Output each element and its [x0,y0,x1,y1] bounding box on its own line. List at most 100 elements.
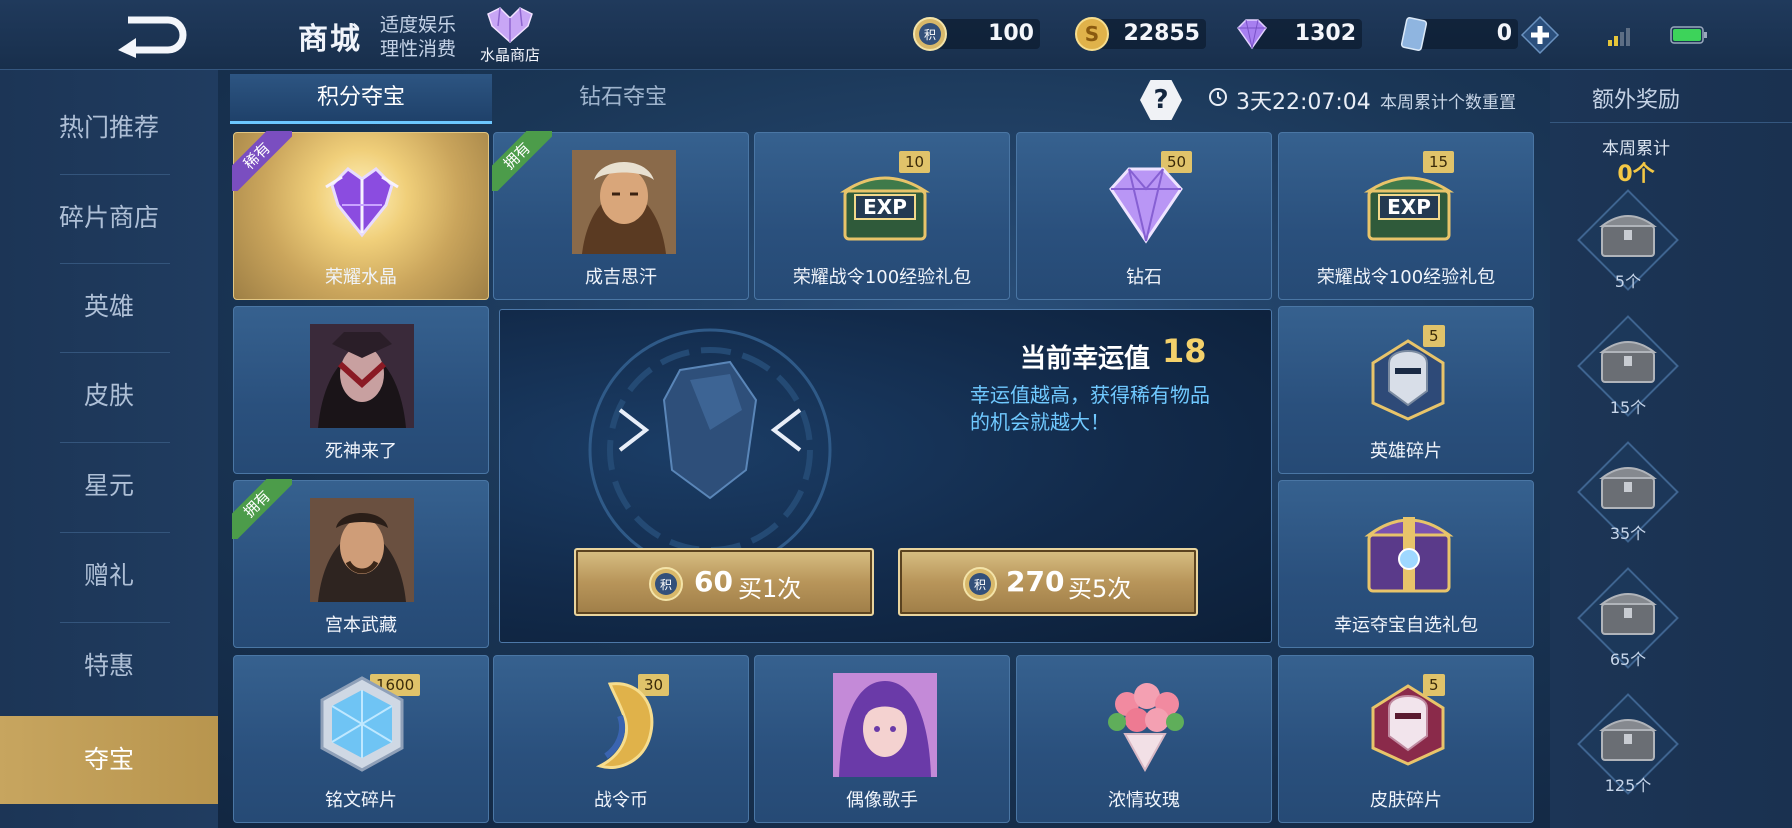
rose-bouquet-icon [1108,683,1184,773]
item-card-inscription-fragment[interactable]: 1600 铭文碎片 [233,655,489,823]
buy-once-price: 60 [694,565,733,598]
page-title: 商城 [298,22,362,57]
extra-rewards-panel: 额外奖励 本周累计 0个 5个 15个 35个 65个 125个 [1550,70,1792,828]
buy-five-price: 270 [1006,565,1065,598]
sidebar-item-heroes[interactable]: 英雄 [0,263,218,351]
treasure-chest-icon [1599,215,1657,257]
item-name: 钻石 [1126,267,1162,288]
item-name: 荣耀战令100经验礼包 [792,267,972,288]
diamond-gem-icon [1109,167,1183,244]
owned-ribbon: 拥有 [492,131,552,191]
sidebar-item-stars[interactable]: 星元 [0,442,218,530]
diamond-currency: 1302 [1234,16,1364,52]
coupon-card-icon [1400,17,1428,51]
svg-text:积: 积 [660,578,672,592]
lucky-description: 幸运值越高，获得稀有物品的机会就越大！ [970,383,1210,434]
item-name: 宫本武藏 [325,615,397,636]
pass-coin-icon [595,682,654,769]
sidebar-item-gifts[interactable]: 赠礼 [0,532,218,620]
item-name: 皮肤碎片 [1370,790,1442,811]
gold-value: 22855 [1123,21,1200,46]
svg-text:积: 积 [974,578,986,592]
owned-badge: 拥有 [492,131,552,191]
points-coin-icon: 积 [913,17,947,51]
rare-badge: 稀有 [232,131,292,191]
owned-ribbon: 拥有 [232,479,292,539]
reset-timer-note: 本周累计个数重置 [1380,93,1516,113]
coupon-currency: 0 [1396,16,1520,52]
milestone-chest-15[interactable]: 15个 [1570,315,1686,432]
back-arrow-icon [118,16,187,58]
genghis-khan-portrait-icon [572,150,676,254]
clock-icon [1209,88,1227,106]
milestone-chest-65[interactable]: 65个 [1570,567,1686,684]
item-name: 浓情玫瑰 [1108,790,1180,811]
item-name: 荣耀水晶 [325,267,397,288]
treasure-chest-icon [1599,719,1657,761]
subtitle-line2: 理性消费 [380,38,457,60]
crystal-shop-button[interactable]: 水晶商店 [470,4,550,66]
subtitle-line1: 适度娱乐 [380,14,457,36]
treasure-chest-icon [1599,593,1657,635]
buy-five-label: 买5次 [1068,575,1132,603]
item-card-diamond[interactable]: 50 钻石 [1016,132,1272,300]
buy-once-label: 买1次 [738,575,802,603]
exp-chest-icon: EXP [1363,176,1455,241]
item-card-skin-fragment[interactable]: 5 皮肤碎片 [1278,655,1534,823]
inscription-fragment-icon [320,676,404,772]
milestone-chest-125[interactable]: 125个 [1570,693,1686,810]
points-value: 100 [988,21,1034,46]
item-card-rose-bouquet[interactable]: 浓情玫瑰 [1016,655,1272,823]
milestone-chest-35[interactable]: 35个 [1570,441,1686,558]
death-comes-portrait-icon [310,324,414,428]
tab-diamond-treasure[interactable]: 钻石夺宝 [492,74,754,124]
item-card-idol-singer[interactable]: 偶像歌手 [754,655,1010,823]
sidebar-item-fragment-shop[interactable]: 碎片商店 [0,174,218,262]
item-card-death-comes[interactable]: 死神来了 [233,306,489,474]
coupon-value: 0 [1496,21,1512,46]
add-currency-button[interactable] [1520,15,1560,55]
back-button[interactable] [110,10,190,60]
item-card-glory-crystal[interactable]: 稀有 荣耀水晶 [232,131,489,300]
item-card-miyamoto[interactable]: 拥有 宫本武藏 [232,479,489,648]
hero-fragment-helmet-icon [1371,339,1445,421]
svg-text:积: 积 [924,28,936,42]
lucky-value-label: 当前幸运值 [1020,344,1151,374]
lucky-panel: 当前幸运值 18 幸运值越高，获得稀有物品的机会就越大！ 积 60 买1次 积 … [499,309,1272,643]
item-name: 死神来了 [325,441,397,462]
treasure-chest-icon [1599,341,1657,383]
miyamoto-portrait-icon [310,498,414,602]
tab-points-treasure[interactable]: 积分夺宝 [230,74,492,124]
item-name: 偶像歌手 [846,790,918,811]
item-card-pass-coin[interactable]: 30 战令币 [493,655,749,823]
sidebar-item-hot[interactable]: 热门推荐 [0,84,218,172]
battery-icon [1670,26,1707,44]
milestone-chest-5[interactable]: 5个 [1570,189,1686,306]
item-card-exp-pack-15[interactable]: 15 EXP 荣耀战令100经验礼包 [1278,132,1534,300]
rare-ribbon: 稀有 [232,131,292,191]
milestone-label: 125个 [1604,776,1652,795]
sidebar-item-treasure[interactable]: 夺宝 [0,716,218,804]
buy-once-button[interactable]: 积 60 买1次 [574,548,874,616]
item-card-genghis-khan[interactable]: 拥有 成吉思汗 [492,131,749,300]
sidebar: 热门推荐 碎片商店 英雄 皮肤 星元 赠礼 特惠 夺宝 [0,70,218,828]
glory-crystal-icon [325,167,399,238]
item-name: 铭文碎片 [325,790,397,811]
svg-text:EXP: EXP [863,195,907,219]
gold-currency: S 22855 [1074,16,1208,52]
svg-text:EXP: EXP [1387,195,1431,219]
buy-five-button[interactable]: 积 270 买5次 [898,548,1198,616]
item-card-exp-pack-10[interactable]: 10 EXP 荣耀战令100经验礼包 [754,132,1010,300]
gold-coin-icon: S [1075,17,1109,51]
diamond-icon [1237,19,1267,50]
extra-rewards-title: 额外奖励 [1591,88,1680,113]
crystal-shop-label: 水晶商店 [479,46,540,64]
item-name: 幸运夺宝自选礼包 [1334,615,1478,636]
sidebar-item-deals[interactable]: 特惠 [0,622,218,710]
points-coin-icon: 积 [963,567,997,601]
sidebar-item-skins[interactable]: 皮肤 [0,352,218,440]
item-card-hero-fragment[interactable]: 5 英雄碎片 [1278,306,1534,474]
lucky-value-number: 18 [1162,332,1207,370]
item-card-lucky-gift-pack[interactable]: 幸运夺宝自选礼包 [1278,480,1534,648]
milestone-label: 65个 [1609,650,1647,669]
